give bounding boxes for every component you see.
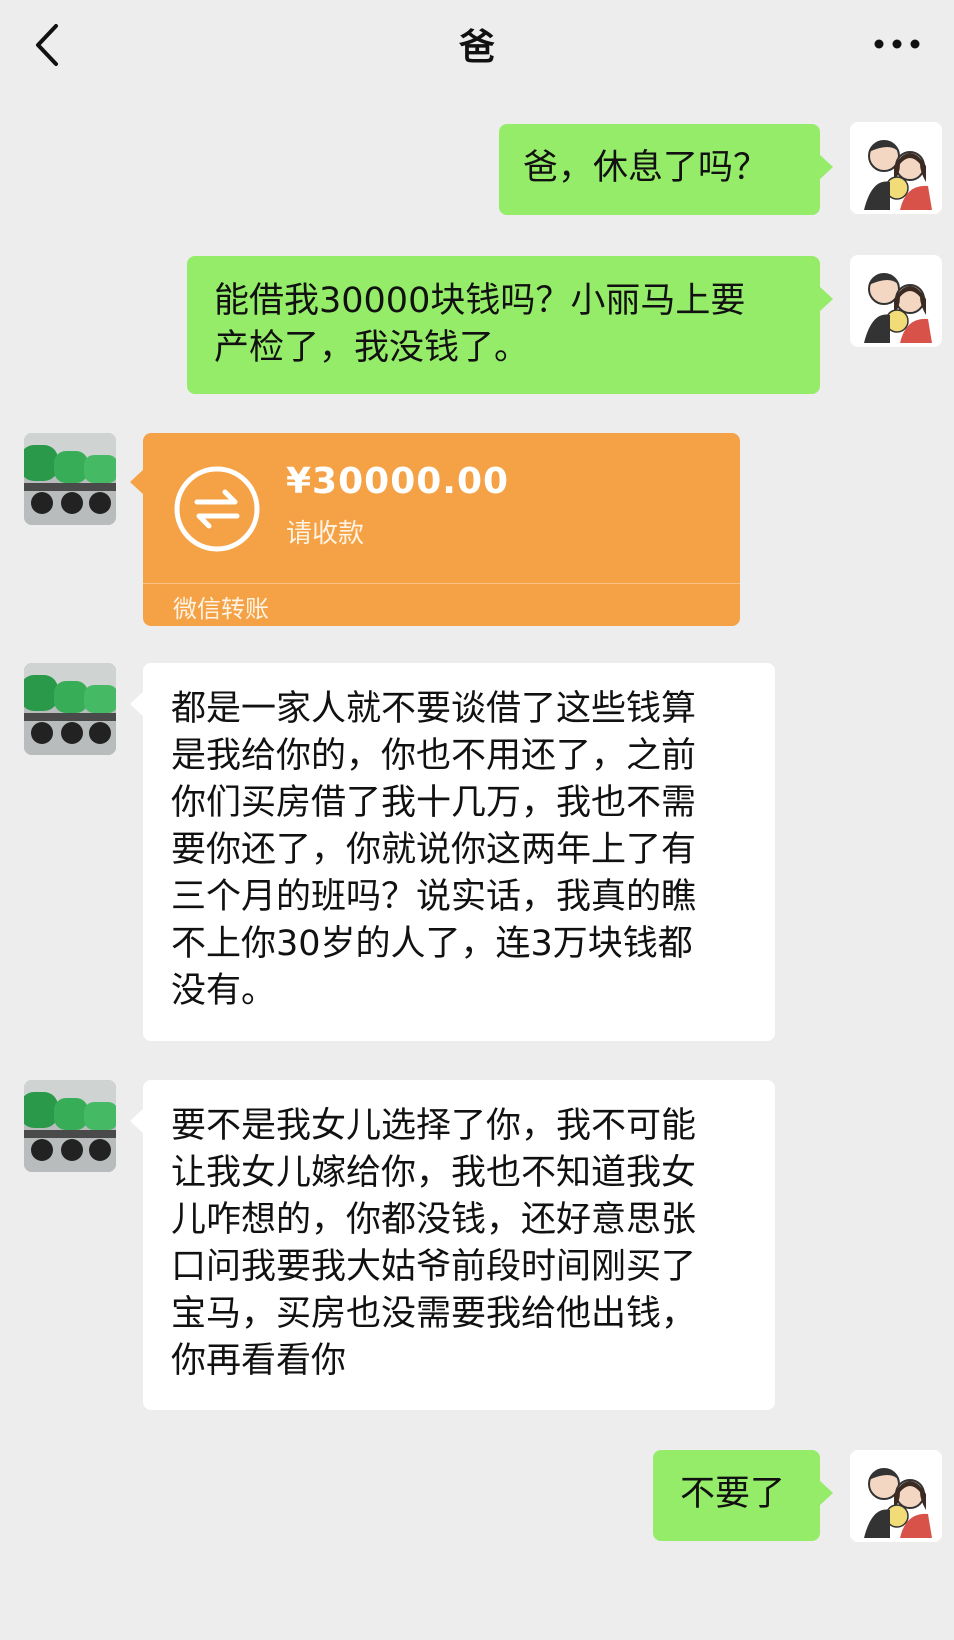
message-text-line: 要不是我女儿选择了你，我不可能 xyxy=(171,1106,697,1146)
message-text-line: 让我女儿嫁给你，我也不知道我女 xyxy=(171,1153,697,1193)
message-text-line: 口问我要我大姑爷前段时间刚买了 xyxy=(171,1247,697,1287)
chat-title: 爸 xyxy=(458,27,495,68)
message-text-line: 要你还了，你就说你这两年上了有 xyxy=(171,830,697,870)
transfer-status: 请收款 xyxy=(286,519,365,549)
message-text-line: 没有。 xyxy=(171,971,277,1011)
my-avatar[interactable] xyxy=(850,1450,942,1542)
message-text-line: 你们买房借了我十几万，我也不需 xyxy=(171,783,697,823)
truck-photo-avatar xyxy=(24,1080,116,1172)
my-avatar[interactable] xyxy=(850,255,942,347)
truck-photo-avatar xyxy=(24,433,116,525)
transfer-amount: ¥30000.00 xyxy=(286,461,510,502)
message-text-line: 不上你30岁的人了，连3万块钱都 xyxy=(171,924,693,964)
message-text: 爸，休息了吗？ xyxy=(523,148,769,188)
message-bubble-sent[interactable]: 不要了 xyxy=(653,1450,833,1541)
message-bubble-received[interactable]: 要不是我女儿选择了你，我不可能 让我女儿嫁给你，我也不知道我女 儿咋想的，你都没… xyxy=(130,1080,775,1410)
truck-photo-avatar xyxy=(24,663,116,755)
message-text-line: 你再看看你 xyxy=(171,1341,347,1381)
my-avatar[interactable] xyxy=(850,122,942,214)
couple-avatar-icon xyxy=(864,273,932,343)
transfer-label: 微信转账 xyxy=(173,595,269,623)
transfer-divider xyxy=(143,583,740,584)
message-text-line: 宝马，买房也没需要我给他出钱， xyxy=(171,1294,697,1334)
message-text-line: 产检了，我没钱了。 xyxy=(214,328,530,368)
message-text-line: 儿咋想的，你都没钱，还好意思张 xyxy=(171,1200,697,1240)
couple-avatar-icon xyxy=(864,1468,932,1538)
more-button[interactable] xyxy=(870,26,924,62)
message-text: 不要了 xyxy=(680,1474,786,1514)
message-text-line: 是我给你的，你也不用还了，之前 xyxy=(171,736,697,776)
message-bubble-received[interactable]: 都是一家人就不要谈借了这些钱算 是我给你的，你也不用还了，之前 你们买房借了我十… xyxy=(130,663,775,1041)
dad-avatar[interactable] xyxy=(24,433,116,525)
message-text-line: 都是一家人就不要谈借了这些钱算 xyxy=(171,689,697,729)
dad-avatar[interactable] xyxy=(24,663,116,755)
couple-avatar-icon xyxy=(864,140,932,210)
transfer-arrows-icon xyxy=(174,466,260,552)
top-bar: 爸 xyxy=(0,0,954,90)
message-bubble-sent[interactable]: 能借我30000块钱吗？小丽马上要 产检了，我没钱了。 xyxy=(187,256,833,394)
message-text-line: 三个月的班吗？说实话，我真的瞧 xyxy=(171,877,697,917)
dad-avatar[interactable] xyxy=(24,1080,116,1172)
more-dots-icon xyxy=(874,39,920,49)
message-text-line: 能借我30000块钱吗？小丽马上要 xyxy=(214,281,746,321)
wechat-transfer-card[interactable]: ¥30000.00 请收款 微信转账 xyxy=(130,433,740,626)
message-bubble-sent[interactable]: 爸，休息了吗？ xyxy=(499,124,833,215)
